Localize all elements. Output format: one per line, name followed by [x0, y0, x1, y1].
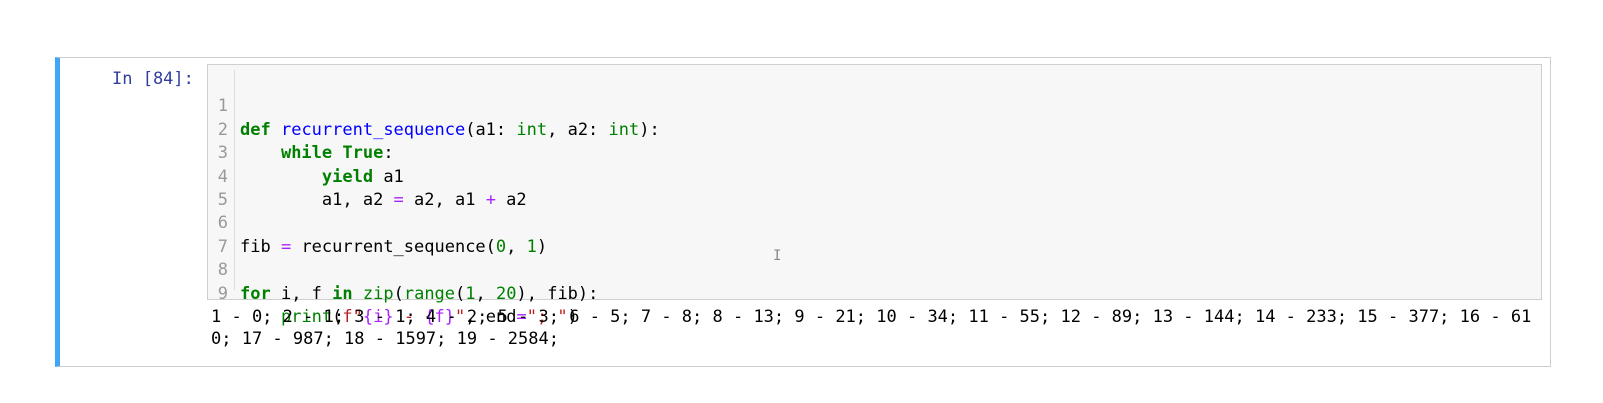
code-text: a2, a1: [403, 190, 486, 210]
code-editor[interactable]: 1 def recurrent_sequence(a1: int, a2: in…: [207, 64, 1542, 327]
function-name: recurrent_sequence: [280, 119, 466, 140]
code-text: ), fib):: [516, 283, 599, 304]
number-literal: 0: [495, 236, 507, 257]
code-text: a1, a2: [321, 190, 394, 210]
code-line-6: 6 fib = recurrent_sequence(0, 1): [208, 189, 547, 256]
builtin: zip: [362, 283, 394, 304]
code-line-9: 9 print(f"{i} - {f}", end="; "): [208, 259, 578, 327]
number-literal: 20: [496, 283, 517, 304]
builtin: range: [403, 283, 456, 304]
code-line-1: 1 def recurrent_sequence(a1: int, a2: in…: [208, 72, 660, 139]
number-literal: 1: [465, 283, 476, 304]
code-text: ):: [639, 119, 660, 140]
code-text: (a1:: [465, 119, 517, 140]
code-cell[interactable]: In [84]: 1 def recurrent_sequence(a1: in…: [55, 57, 1551, 367]
line-number: 9: [217, 283, 228, 304]
number-literal: 1: [526, 236, 537, 257]
code-line-8: 8 for i, f in zip(range(1, 20), fib):: [208, 236, 599, 303]
code-line-3: 3 yield a1: [208, 119, 404, 186]
keyword: True: [342, 143, 384, 164]
keyword: while: [280, 143, 333, 164]
code-line-2: 2 while True:: [208, 95, 394, 163]
input-prompt: In [84]:: [112, 69, 194, 89]
code-text: ,: [475, 283, 497, 304]
code-text: a2: [495, 190, 527, 210]
code-text: :: [383, 143, 394, 164]
code-text: ,: [506, 236, 527, 257]
code-text: , a2:: [547, 119, 609, 140]
text-cursor-icon: I: [773, 248, 782, 264]
code-line-4: 4 a1, a2 = a2, a1 + a2: [208, 142, 527, 210]
code-line-7: 7: [208, 212, 269, 257]
cell-output: 1 - 0; 2 - 1; 3 - 1; 4 - 2; 5 - 3; 6 - 5…: [211, 307, 1532, 349]
code-text: i, f: [270, 283, 333, 304]
builtin: int: [608, 119, 640, 140]
code-text: ): [536, 236, 548, 257]
operator: =: [280, 236, 292, 257]
code-text: recurrent_sequence(: [291, 236, 496, 257]
code-text: (: [455, 283, 466, 304]
keyword: in: [332, 283, 353, 304]
code-line-5: 5: [208, 166, 269, 210]
code-text: a1: [373, 166, 404, 187]
keyword: yield: [321, 166, 374, 187]
operator: =: [393, 190, 404, 210]
operator: +: [485, 190, 496, 210]
builtin: int: [516, 119, 548, 140]
code-text: (: [393, 283, 404, 304]
